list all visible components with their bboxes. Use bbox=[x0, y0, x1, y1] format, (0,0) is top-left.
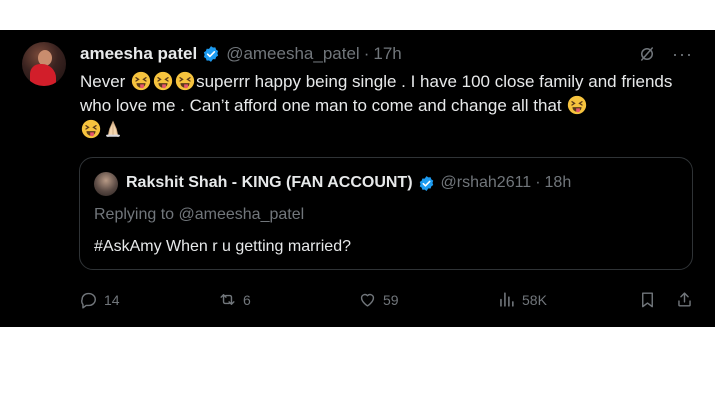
verified-badge-icon bbox=[419, 175, 433, 191]
like-button[interactable]: 59 bbox=[358, 290, 399, 309]
views-count: 58K bbox=[522, 291, 547, 308]
quoted-author-handle[interactable]: @rshah2611 bbox=[441, 174, 532, 192]
author-name[interactable]: ameesha patel bbox=[80, 44, 197, 64]
squinting-tongue-emoji-icon bbox=[175, 71, 195, 91]
tweet-text-part1: Never bbox=[80, 72, 131, 91]
tweet-header: ameesha patel @ameesha_patel · 17h bbox=[80, 44, 402, 64]
squinting-tongue-emoji-icon bbox=[153, 71, 173, 91]
share-icon bbox=[678, 292, 691, 307]
reply-icon bbox=[81, 292, 96, 309]
replying-to-handle[interactable]: @ameesha_patel bbox=[179, 206, 305, 223]
grok-icon[interactable] bbox=[638, 45, 656, 63]
author-avatar[interactable] bbox=[22, 42, 66, 86]
views-button[interactable]: 58K bbox=[497, 290, 547, 309]
repost-count: 6 bbox=[243, 291, 251, 308]
bookmark-button[interactable] bbox=[638, 290, 657, 309]
heart-icon bbox=[360, 293, 375, 307]
repost-icon bbox=[220, 294, 235, 305]
reply-count: 14 bbox=[104, 291, 120, 308]
quoted-tweet-time[interactable]: 18h bbox=[545, 174, 572, 192]
folded-hands-emoji-icon bbox=[106, 120, 120, 138]
tweet-action-bar: 14 6 59 58K bbox=[0, 287, 715, 313]
squinting-tongue-emoji-icon bbox=[81, 119, 101, 139]
quoted-header-separator: · bbox=[535, 174, 541, 191]
share-button[interactable] bbox=[675, 290, 694, 309]
avatar-dress bbox=[30, 64, 56, 86]
quoted-tweet[interactable]: Rakshit Shah - KING (FAN ACCOUNT) @rshah… bbox=[79, 157, 693, 270]
author-handle[interactable]: @ameesha_patel bbox=[226, 44, 360, 64]
tweet-text: Never superrr happy being single . I hav… bbox=[80, 70, 692, 142]
quoted-author-avatar[interactable] bbox=[94, 172, 118, 196]
tweet-top-actions: ··· bbox=[638, 45, 693, 63]
quoted-tweet-text: #AskAmy When r u getting married? bbox=[94, 238, 351, 255]
quoted-author-name[interactable]: Rakshit Shah - KING (FAN ACCOUNT) bbox=[126, 174, 413, 192]
like-count: 59 bbox=[383, 291, 399, 308]
quoted-tweet-header: Rakshit Shah - KING (FAN ACCOUNT) @rshah… bbox=[126, 174, 571, 192]
squinting-tongue-emoji-icon bbox=[568, 95, 587, 115]
squinting-tongue-emoji-icon bbox=[131, 71, 151, 91]
views-chart-icon bbox=[500, 292, 514, 307]
replying-to-line: Replying to @ameesha_patel bbox=[94, 206, 304, 224]
repost-button[interactable]: 6 bbox=[218, 290, 251, 309]
verified-badge-icon bbox=[204, 46, 219, 62]
header-separator: · bbox=[363, 44, 370, 63]
reply-button[interactable]: 14 bbox=[79, 290, 120, 309]
replying-to-label: Replying to bbox=[94, 206, 179, 223]
tweet-time[interactable]: 17h bbox=[373, 44, 401, 64]
bookmark-icon bbox=[642, 292, 653, 308]
more-options-icon[interactable]: ··· bbox=[672, 45, 693, 63]
tweet-card[interactable]: ameesha patel @ameesha_patel · 17h ··· N… bbox=[0, 30, 715, 327]
